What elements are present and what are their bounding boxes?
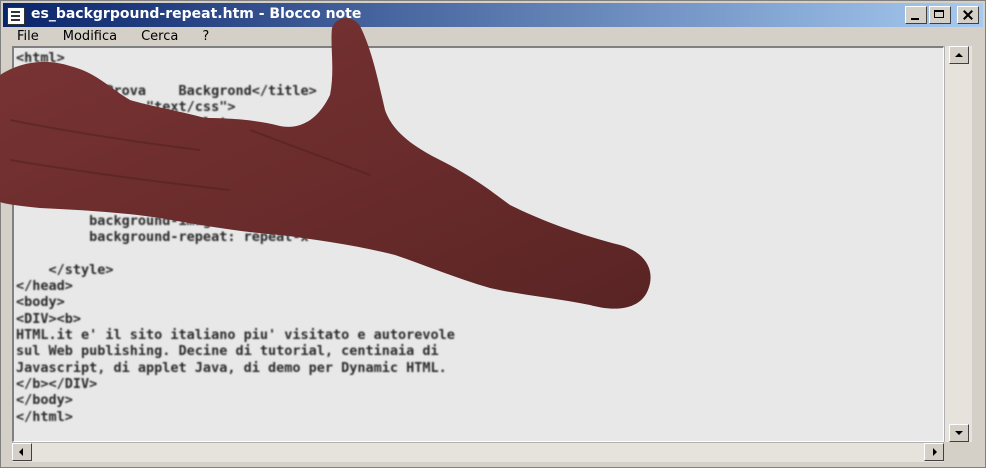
scroll-down-button[interactable] <box>949 424 969 442</box>
scroll-left-button[interactable] <box>12 443 32 461</box>
arrow-up-icon <box>955 53 963 57</box>
code-line: <html> <box>16 50 65 66</box>
window-title: es_backgrpound-repeat.htm - Blocco note <box>31 6 362 22</box>
code-line: left:50px; <box>16 147 171 164</box>
code-line: </body> <box>16 392 73 409</box>
code-line: </style> <box>16 261 114 278</box>
minimize-button[interactable] <box>905 6 927 24</box>
notepad-icon <box>7 7 25 25</box>
source-code-text: <html> <title>Prova Backgrond</title> <s… <box>16 50 455 425</box>
code-line: <body> <box>16 294 65 311</box>
code-line: </head> <box>16 278 73 295</box>
menu-file[interactable]: File <box>3 27 51 47</box>
code-line: #div {position:absolute; <box>16 115 244 132</box>
code-line: color:white; <box>16 196 187 213</box>
menu-modifica[interactable]: Modifica <box>51 27 129 47</box>
code-line: height:200; <box>16 180 179 197</box>
code-line: <style type="text/css"> <box>16 98 236 115</box>
window-controls <box>905 6 979 24</box>
maximize-button[interactable] <box>929 6 951 24</box>
arrow-down-icon <box>955 431 963 435</box>
arrow-right-icon <box>933 448 937 456</box>
code-line: background-repeat: repeat-x <box>16 229 309 246</box>
menu-help[interactable]: ? <box>190 27 221 47</box>
resize-grip[interactable] <box>944 442 972 462</box>
close-button[interactable] <box>957 6 979 24</box>
code-line: sul Web publishing. Decine di tutorial, … <box>16 343 439 360</box>
code-line: </html> <box>16 408 73 425</box>
text-editor-area[interactable]: <html> <title>Prova Backgrond</title> <s… <box>12 46 944 442</box>
menu-cerca[interactable]: Cerca <box>129 27 190 47</box>
code-line: width:300px; <box>16 164 187 181</box>
scroll-right-button[interactable] <box>924 443 944 461</box>
horizontal-scrollbar[interactable] <box>12 442 944 462</box>
code-line: top:50px; <box>16 131 163 148</box>
code-line: background-image: url(sfondo2.jpg); <box>16 212 374 229</box>
vertical-scrollbar[interactable] <box>944 46 972 442</box>
scroll-up-button[interactable] <box>949 46 969 64</box>
arrow-left-icon <box>19 448 23 456</box>
code-line: <DIV><b> <box>16 310 82 327</box>
menu-bar: File Modifica Cerca ? <box>3 27 983 47</box>
code-line: Javascript, di applet Java, di demo per … <box>16 359 447 376</box>
code-line: </b></DIV> <box>16 375 98 392</box>
code-line: <title>Prova Backgrond</title> <box>16 82 317 99</box>
code-line: HTML.it e' il sito italiano piu' visitat… <box>16 327 455 344</box>
title-bar[interactable]: es_backgrpound-repeat.htm - Blocco note <box>3 3 983 27</box>
